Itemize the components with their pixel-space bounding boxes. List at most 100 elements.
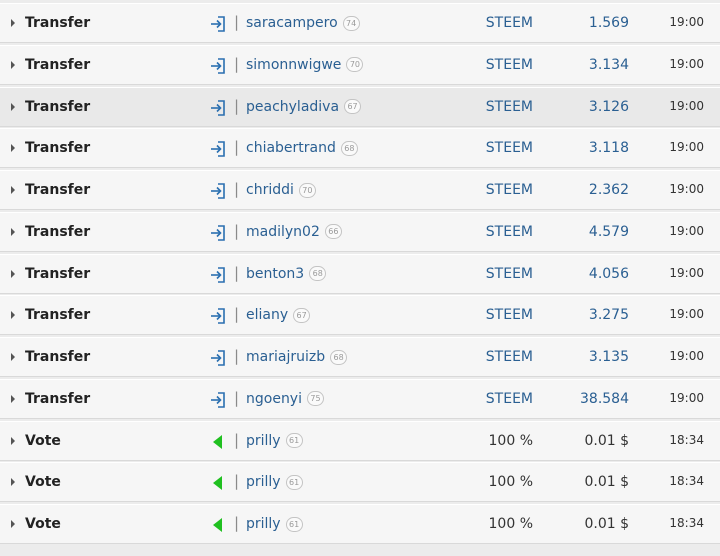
- amount-value: 4.579: [588, 223, 629, 240]
- expand-caret-icon[interactable]: [11, 186, 15, 194]
- operation-row[interactable]: Transfer | chriddi 70 STEEM 2.362 19:00: [0, 170, 720, 210]
- account-link[interactable]: benton3: [246, 266, 304, 282]
- amount-value: 38.584: [580, 390, 629, 407]
- amount-value: 4.056: [588, 265, 629, 282]
- sign-in-icon: [209, 15, 227, 33]
- account-link[interactable]: ngoenyi: [246, 391, 302, 407]
- expand-caret-icon[interactable]: [11, 436, 15, 445]
- expand-caret-icon[interactable]: [11, 478, 15, 487]
- amount-value: 3.118: [588, 140, 629, 157]
- asset-label: STEEM: [485, 140, 533, 157]
- operation-row[interactable]: Transfer | saracampero 74 STEEM 1.569 19…: [0, 3, 720, 43]
- asset-label: STEEM: [485, 390, 533, 407]
- expand-caret-icon[interactable]: [11, 394, 15, 403]
- sign-in-icon: [209, 349, 227, 367]
- operation-type: Vote: [25, 432, 61, 449]
- operation-type: Transfer: [25, 307, 91, 324]
- account-link[interactable]: mariajruizb: [246, 349, 325, 365]
- operation-type: Transfer: [25, 56, 91, 73]
- operation-type: Vote: [25, 516, 61, 532]
- time-label: 19:00: [669, 182, 704, 196]
- amount-value: 1.569: [588, 15, 629, 31]
- account-link[interactable]: saracampero: [246, 15, 338, 31]
- vote-triangle-icon: [209, 474, 227, 492]
- separator: |: [234, 263, 240, 282]
- operation-row[interactable]: Transfer | eliany 67 STEEM 3.275 19:00: [0, 295, 720, 336]
- reputation-badge: 74: [342, 15, 360, 31]
- reputation-badge: 61: [285, 433, 303, 448]
- operation-row[interactable]: Vote | prilly 61 100 % 0.01 $ 18:34: [0, 462, 720, 503]
- amount-value: 3.275: [588, 307, 629, 324]
- operation-type: Vote: [25, 474, 61, 491]
- asset-label: 100 %: [488, 432, 533, 449]
- asset-label: STEEM: [485, 349, 533, 365]
- reputation-badge: 68: [309, 266, 327, 281]
- asset-label: 100 %: [488, 474, 533, 491]
- operation-row[interactable]: Transfer | mariajruizb 68 STEEM 3.135 19…: [0, 337, 720, 377]
- amount-value: 0.01 $: [584, 474, 629, 491]
- operation-type: Transfer: [25, 98, 91, 115]
- expand-caret-icon[interactable]: [11, 19, 15, 27]
- sign-in-icon: [209, 140, 227, 158]
- vote-triangle-icon: [209, 433, 227, 451]
- separator: |: [234, 96, 240, 115]
- expand-caret-icon[interactable]: [11, 144, 15, 153]
- asset-label: STEEM: [485, 56, 533, 73]
- time-label: 19:00: [669, 15, 704, 29]
- expand-caret-icon[interactable]: [11, 227, 15, 236]
- separator: |: [234, 514, 240, 532]
- operation-row[interactable]: Transfer | benton3 68 STEEM 4.056 19:00: [0, 253, 720, 294]
- amount-value: 2.362: [588, 182, 629, 198]
- reputation-badge: 61: [285, 474, 303, 490]
- operation-row[interactable]: Transfer | simonnwigwe 70 STEEM 3.134 19…: [0, 44, 720, 85]
- time-label: 18:34: [669, 432, 704, 447]
- separator: |: [234, 347, 240, 365]
- separator: |: [234, 472, 240, 491]
- asset-label: STEEM: [485, 15, 533, 31]
- account-link[interactable]: prilly: [246, 516, 281, 532]
- separator: |: [234, 388, 240, 407]
- account-link[interactable]: chriddi: [246, 182, 294, 198]
- time-label: 18:34: [669, 474, 704, 489]
- sign-in-icon: [209, 224, 227, 242]
- expand-caret-icon[interactable]: [11, 353, 15, 361]
- reputation-badge: 61: [285, 516, 303, 532]
- operation-row[interactable]: Transfer | chiabertrand 68 STEEM 3.118 1…: [0, 128, 720, 169]
- sign-in-icon: [209, 182, 227, 200]
- operation-row[interactable]: Transfer | ngoenyi 75 STEEM 38.584 19:00: [0, 378, 720, 419]
- separator: |: [234, 430, 240, 449]
- expand-caret-icon[interactable]: [11, 269, 15, 278]
- separator: |: [234, 54, 240, 73]
- reputation-badge: 66: [324, 224, 342, 240]
- operation-type: Transfer: [25, 349, 91, 365]
- operation-type: Transfer: [25, 265, 91, 282]
- operation-row[interactable]: Transfer | peachyladiva 67 STEEM 3.126 1…: [0, 86, 720, 127]
- time-label: 19:00: [669, 390, 704, 405]
- amount-value: 0.01 $: [584, 516, 629, 532]
- separator: |: [234, 13, 240, 31]
- sign-in-icon: [209, 307, 227, 325]
- asset-label: STEEM: [485, 182, 533, 198]
- expand-caret-icon[interactable]: [11, 311, 15, 320]
- expand-caret-icon[interactable]: [11, 102, 15, 111]
- operation-type: Transfer: [25, 140, 91, 157]
- time-label: 19:00: [669, 223, 704, 238]
- account-link[interactable]: eliany: [246, 307, 288, 323]
- account-link[interactable]: prilly: [246, 474, 281, 490]
- time-label: 19:00: [669, 349, 704, 363]
- vote-triangle-icon: [209, 516, 227, 534]
- expand-caret-icon[interactable]: [11, 520, 15, 528]
- operation-type: Transfer: [25, 223, 91, 240]
- time-label: 19:00: [669, 98, 704, 113]
- expand-caret-icon[interactable]: [11, 60, 15, 69]
- account-link[interactable]: simonnwigwe: [246, 57, 341, 73]
- operation-row[interactable]: Vote | prilly 61 100 % 0.01 $ 18:34: [0, 420, 720, 461]
- account-link[interactable]: prilly: [246, 433, 281, 449]
- operation-row[interactable]: Vote | prilly 61 100 % 0.01 $ 18:34: [0, 504, 720, 544]
- reputation-badge: 75: [307, 391, 324, 407]
- account-link[interactable]: peachyladiva: [246, 99, 339, 115]
- account-link[interactable]: chiabertrand: [246, 140, 336, 156]
- operation-row[interactable]: Transfer | madilyn02 66 STEEM 4.579 19:0…: [0, 211, 720, 252]
- reputation-badge: 68: [330, 349, 348, 365]
- account-link[interactable]: madilyn02: [246, 224, 320, 240]
